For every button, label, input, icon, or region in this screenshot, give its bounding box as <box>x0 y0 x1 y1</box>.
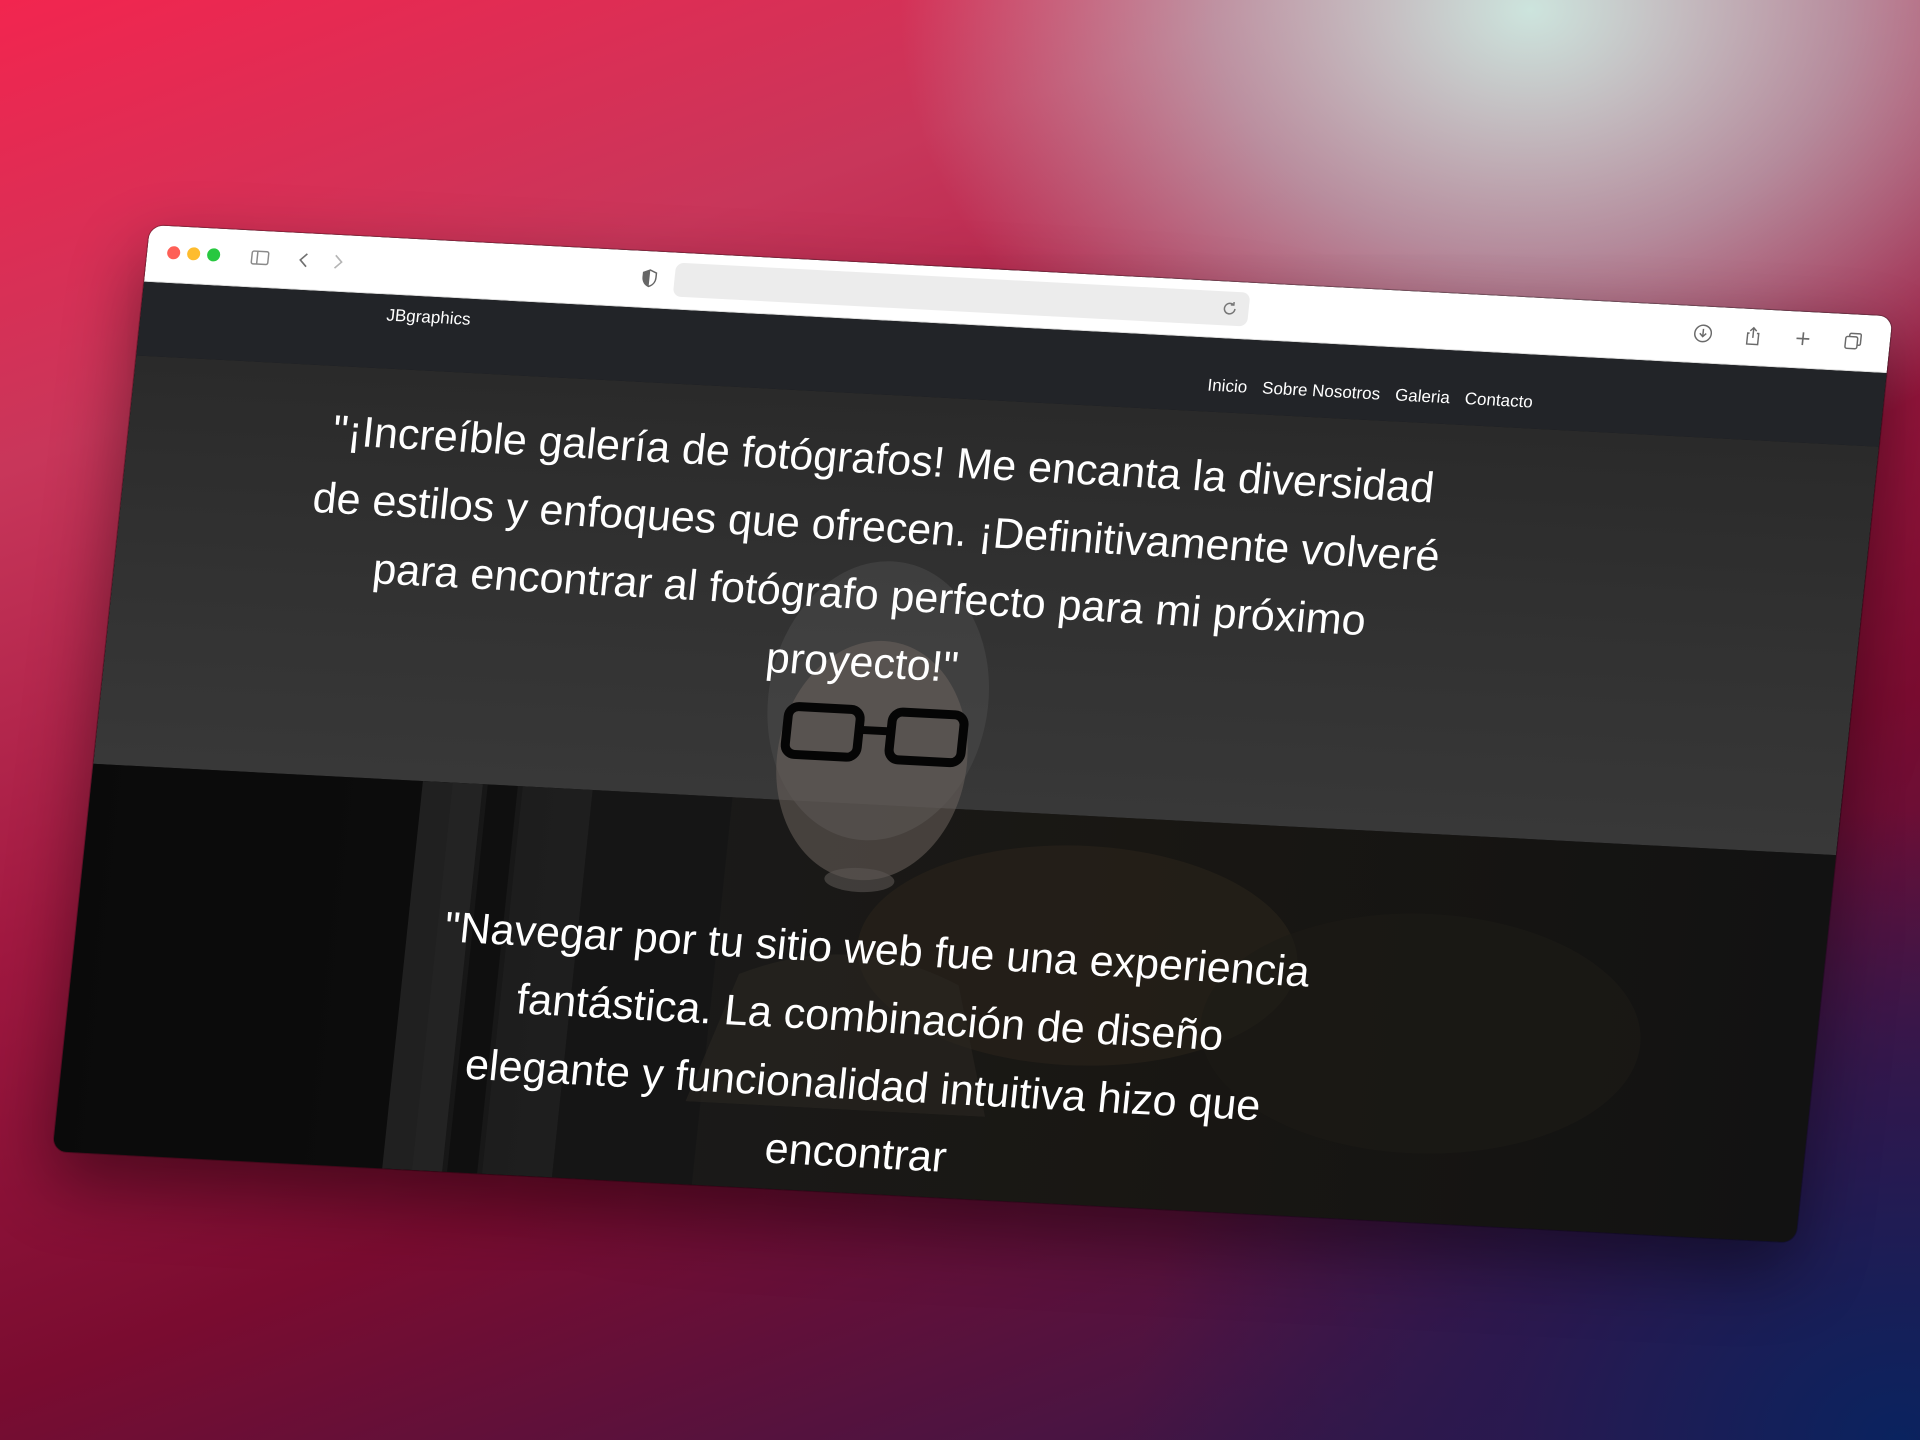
web-page: JBgraphics Inicio Sobre Nosotros Galeria… <box>52 281 1887 1243</box>
browser-window: JBgraphics Inicio Sobre Nosotros Galeria… <box>52 225 1893 1243</box>
share-icon[interactable] <box>1739 322 1768 349</box>
nav-link-sobre-nosotros[interactable]: Sobre Nosotros <box>1261 378 1381 404</box>
zoom-window-button[interactable] <box>206 248 221 262</box>
shield-icon[interactable] <box>635 265 664 292</box>
tabs-overview-icon[interactable] <box>1838 328 1867 355</box>
sidebar-icon[interactable] <box>246 244 275 271</box>
nav-link-galeria[interactable]: Galeria <box>1394 385 1451 408</box>
nav-menu: Inicio Sobre Nosotros Galeria Contacto <box>1206 376 1534 413</box>
nav-link-contacto[interactable]: Contacto <box>1464 389 1534 412</box>
close-window-button[interactable] <box>166 245 181 260</box>
reload-icon[interactable] <box>1220 299 1240 318</box>
nav-link-inicio[interactable]: Inicio <box>1206 376 1249 398</box>
back-icon[interactable] <box>290 246 319 273</box>
testimonial-quote-2: "Navegar por tu sitio web fue una experi… <box>442 903 1313 1182</box>
site-brand-link[interactable]: JBgraphics <box>385 306 472 330</box>
minimize-window-button[interactable] <box>186 247 201 261</box>
forward-icon[interactable] <box>324 248 353 275</box>
download-icon[interactable] <box>1689 320 1718 347</box>
new-tab-icon[interactable] <box>1789 325 1818 352</box>
